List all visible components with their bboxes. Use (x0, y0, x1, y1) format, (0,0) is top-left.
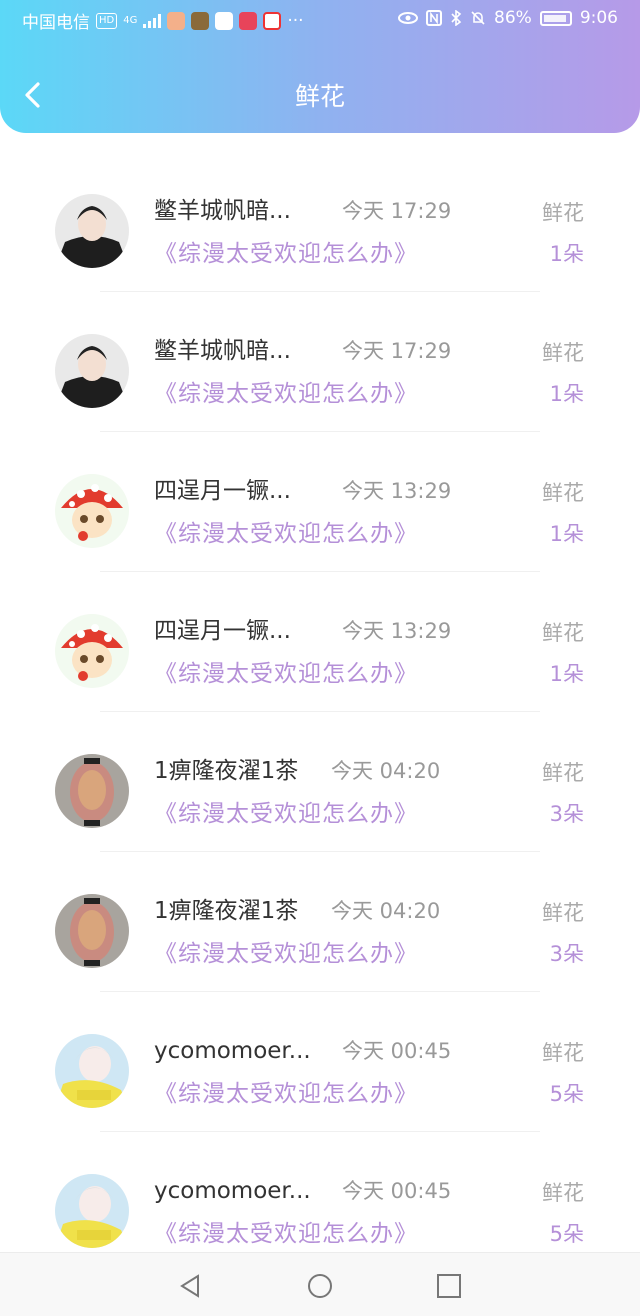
gift-type: 鲜花 (542, 621, 584, 645)
user-name: 鳖羊城帆暗... (154, 198, 291, 224)
list-item[interactable]: 鳖羊城帆暗... 今天 17:29 《综漫太受欢迎怎么办》 鲜花 1朵 (0, 292, 640, 432)
timestamp: 今天 00:45 (342, 1179, 452, 1203)
avatar[interactable] (55, 614, 129, 688)
user-name: ycomomoer... (154, 1178, 311, 1204)
book-title-link[interactable]: 《综漫太受欢迎怎么办》 (154, 238, 418, 270)
user-name: 1痹隆夜濯1茶 (154, 898, 299, 924)
list-item[interactable]: 四逞月一镢... 今天 13:29 《综漫太受欢迎怎么办》 鲜花 1朵 (0, 572, 640, 712)
battery-percent: 86% (494, 8, 532, 28)
book-title-link[interactable]: 《综漫太受欢迎怎么办》 (154, 1078, 418, 1110)
more-notifications: ··· (287, 10, 304, 31)
book-title-link[interactable]: 《综漫太受欢迎怎么办》 (154, 518, 418, 550)
list-item[interactable]: 1痹隆夜濯1茶 今天 04:20 《综漫太受欢迎怎么办》 鲜花 3朵 (0, 852, 640, 992)
avatar[interactable] (55, 1174, 129, 1248)
timestamp: 今天 04:20 (331, 759, 441, 783)
user-name: ycomomoer... (154, 1038, 311, 1064)
gift-count: 1朵 (549, 662, 584, 686)
user-name: 鳖羊城帆暗... (154, 338, 291, 364)
battery-icon (539, 10, 572, 26)
book-title-link[interactable]: 《综漫太受欢迎怎么办》 (154, 378, 418, 410)
gift-type: 鲜花 (542, 1041, 584, 1065)
gift-count: 3朵 (549, 802, 584, 826)
list-item[interactable]: 1痹隆夜濯1茶 今天 04:20 《综漫太受欢迎怎么办》 鲜花 3朵 (0, 712, 640, 852)
gift-type: 鲜花 (542, 201, 584, 225)
gift-count: 1朵 (549, 382, 584, 406)
gift-type: 鲜花 (542, 901, 584, 925)
gift-count: 5朵 (549, 1082, 584, 1106)
user-name: 四逞月一镢... (154, 478, 291, 504)
timestamp: 今天 00:45 (342, 1039, 452, 1063)
gift-count: 3朵 (549, 942, 584, 966)
square-recents-icon[interactable] (434, 1271, 464, 1301)
triangle-back-icon[interactable] (175, 1271, 205, 1301)
bluetooth-icon (451, 10, 462, 26)
list-item[interactable]: 四逞月一镢... 今天 13:29 《综漫太受欢迎怎么办》 鲜花 1朵 (0, 432, 640, 572)
gift-count: 5朵 (549, 1222, 584, 1246)
avatar[interactable] (55, 334, 129, 408)
avatar[interactable] (55, 894, 129, 968)
signal-icon (143, 13, 162, 28)
user-name: 1痹隆夜濯1茶 (154, 758, 299, 784)
mute-bell-icon (471, 11, 485, 25)
avatar[interactable] (55, 194, 129, 268)
timestamp: 今天 04:20 (331, 899, 441, 923)
book-title-link[interactable]: 《综漫太受欢迎怎么办》 (154, 658, 418, 690)
nfc-icon (426, 10, 443, 26)
avatar[interactable] (55, 474, 129, 548)
gift-type: 鲜花 (542, 341, 584, 365)
notification-app-icon (239, 11, 258, 30)
eye-icon (398, 12, 419, 24)
gift-type: 鲜花 (542, 1181, 584, 1205)
list-item[interactable]: ycomomoer... 今天 00:45 《综漫太受欢迎怎么办》 鲜花 5朵 (0, 992, 640, 1132)
book-title-link[interactable]: 《综漫太受欢迎怎么办》 (154, 798, 418, 830)
gift-type: 鲜花 (542, 481, 584, 505)
list-item[interactable]: ycomomoer... 今天 00:45 《综漫太受欢迎怎么办》 鲜花 5朵 (0, 1132, 640, 1272)
app-header: 中国电信 HD 4G ··· 86% 9:06 鲜花 (0, 0, 640, 133)
avatar[interactable] (55, 1034, 129, 1108)
timestamp: 今天 17:29 (342, 339, 452, 363)
status-bar: 中国电信 HD 4G ··· 86% 9:06 (0, 0, 640, 38)
user-name: 四逞月一镢... (154, 618, 291, 644)
status-bar-left: 中国电信 HD 4G ··· (22, 8, 304, 34)
notification-app-icon (191, 11, 210, 30)
gift-count: 1朵 (549, 242, 584, 266)
system-nav-bar (0, 1252, 640, 1316)
notification-app-icon (215, 11, 234, 30)
gift-type: 鲜花 (542, 761, 584, 785)
avatar[interactable] (55, 754, 129, 828)
gift-count: 1朵 (549, 522, 584, 546)
flower-record-list: 鳖羊城帆暗... 今天 17:29 《综漫太受欢迎怎么办》 鲜花 1朵 鳖羊城帆暗... 今… (0, 152, 640, 1272)
timestamp: 今天 13:29 (342, 479, 452, 503)
clock: 9:06 (579, 8, 618, 28)
timestamp: 今天 13:29 (342, 619, 452, 643)
page-title: 鲜花 (294, 82, 345, 111)
circle-home-icon[interactable] (305, 1271, 335, 1301)
hd-badge: HD (96, 12, 118, 29)
status-bar-right: 86% 9:06 (398, 8, 618, 28)
timestamp: 今天 17:29 (342, 199, 452, 223)
book-title-link[interactable]: 《综漫太受欢迎怎么办》 (154, 938, 418, 970)
notification-app-icon (167, 11, 186, 30)
network-label: 4G (123, 15, 138, 26)
list-item[interactable]: 鳖羊城帆暗... 今天 17:29 《综漫太受欢迎怎么办》 鲜花 1朵 (0, 152, 640, 292)
carrier-label: 中国电信 (22, 13, 90, 33)
notification-app-icon (263, 11, 282, 30)
book-title-link[interactable]: 《综漫太受欢迎怎么办》 (154, 1218, 418, 1250)
